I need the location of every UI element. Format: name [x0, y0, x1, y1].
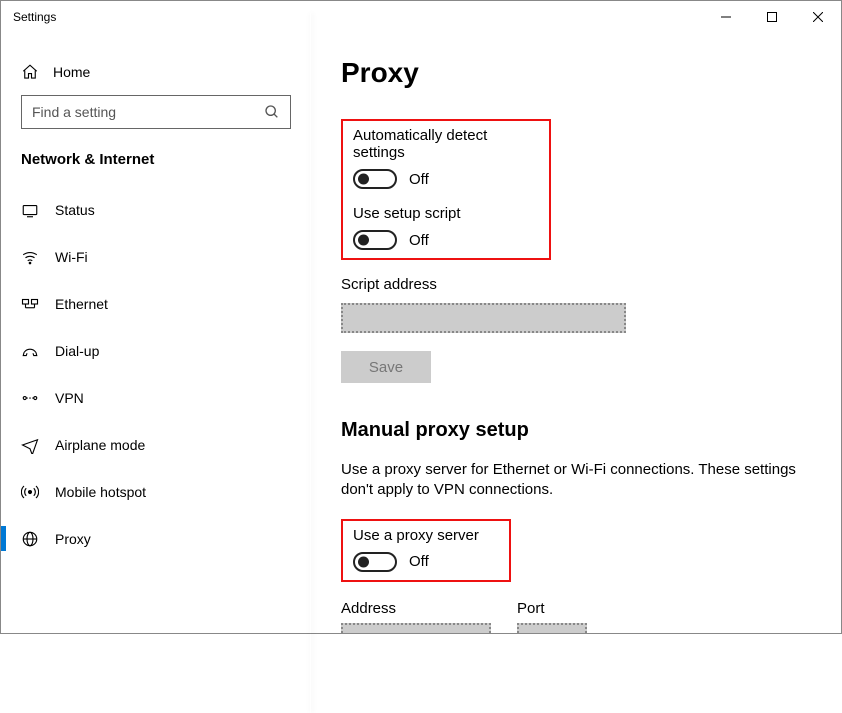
use-proxy-label: Use a proxy server — [353, 527, 499, 544]
nav-list: Status Wi-Fi Ethernet Dial-up VPN Airpla… — [1, 186, 291, 562]
nav-home-label: Home — [53, 64, 90, 80]
home-icon — [21, 63, 39, 81]
auto-detect-state: Off — [409, 171, 429, 188]
manual-proxy-heading: Manual proxy setup — [341, 419, 811, 442]
script-address-label: Script address — [341, 276, 811, 293]
sidebar-item-status[interactable]: Status — [1, 186, 291, 233]
sidebar-item-label: Mobile hotspot — [55, 484, 146, 500]
search-box[interactable] — [21, 95, 291, 129]
vpn-icon — [21, 389, 39, 407]
save-button: Save — [341, 351, 431, 383]
auto-detect-label: Automatically detect settings — [353, 127, 539, 161]
sidebar-item-ethernet[interactable]: Ethernet — [1, 280, 291, 327]
status-icon — [21, 201, 39, 219]
port-input — [517, 623, 587, 634]
setup-script-state: Off — [409, 232, 429, 249]
hotspot-icon — [21, 483, 39, 501]
sidebar-item-label: Proxy — [55, 531, 91, 547]
sidebar-item-label: Wi-Fi — [55, 249, 88, 265]
sidebar-item-dialup[interactable]: Dial-up — [1, 327, 291, 374]
main-content: Proxy Automatically detect settings Off … — [311, 33, 841, 633]
port-label: Port — [517, 600, 587, 617]
sidebar-item-label: Airplane mode — [55, 437, 145, 453]
sidebar-item-wifi[interactable]: Wi-Fi — [1, 233, 291, 280]
sidebar-item-hotspot[interactable]: Mobile hotspot — [1, 468, 291, 515]
sidebar-item-airplane[interactable]: Airplane mode — [1, 421, 291, 468]
minimize-button[interactable] — [703, 1, 749, 33]
highlight-auto-section: Automatically detect settings Off Use se… — [341, 119, 551, 260]
address-label: Address — [341, 600, 491, 617]
close-button[interactable] — [795, 1, 841, 33]
sidebar-item-label: VPN — [55, 390, 84, 406]
maximize-button[interactable] — [749, 1, 795, 33]
search-input[interactable] — [32, 104, 264, 120]
ethernet-icon — [21, 295, 39, 313]
window-controls — [703, 1, 841, 33]
highlight-proxy-section: Use a proxy server Off — [341, 519, 511, 582]
sidebar-item-label: Dial-up — [55, 343, 99, 359]
sidebar: Home Network & Internet Status Wi-Fi Eth… — [1, 33, 311, 633]
manual-proxy-desc: Use a proxy server for Ethernet or Wi-Fi… — [341, 460, 801, 501]
script-address-input — [341, 303, 626, 333]
dialup-icon — [21, 342, 39, 360]
sidebar-item-label: Ethernet — [55, 296, 108, 312]
setup-script-toggle[interactable] — [353, 230, 397, 250]
setup-script-label: Use setup script — [353, 205, 539, 222]
airplane-icon — [21, 436, 39, 454]
wifi-icon — [21, 248, 39, 266]
use-proxy-state: Off — [409, 553, 429, 570]
auto-detect-toggle[interactable] — [353, 169, 397, 189]
sidebar-item-vpn[interactable]: VPN — [1, 374, 291, 421]
sidebar-item-proxy[interactable]: Proxy — [1, 515, 291, 562]
use-proxy-toggle[interactable] — [353, 552, 397, 572]
section-header: Network & Internet — [21, 151, 291, 168]
nav-home[interactable]: Home — [21, 53, 291, 95]
search-icon — [264, 104, 280, 120]
titlebar: Settings — [1, 1, 841, 33]
page-title: Proxy — [341, 57, 811, 89]
address-input — [341, 623, 491, 634]
window-title: Settings — [13, 10, 56, 24]
proxy-icon — [21, 530, 39, 548]
sidebar-item-label: Status — [55, 202, 95, 218]
